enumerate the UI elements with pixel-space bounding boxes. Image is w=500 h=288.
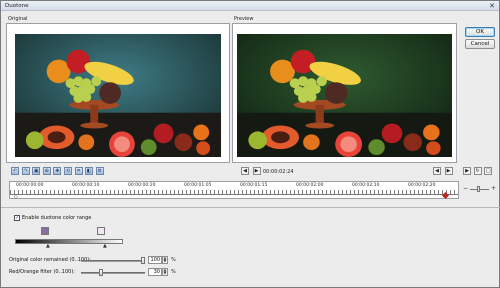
ok-button[interactable]: OK xyxy=(465,27,495,37)
red-orange-unit: % xyxy=(171,269,176,275)
dark-color-swatch[interactable] xyxy=(41,227,49,235)
settings-icon[interactable]: ⚙ xyxy=(95,167,104,175)
prev-keyframe-icon[interactable]: ◀ xyxy=(433,167,441,175)
dark-gradient-handle[interactable]: ▲ xyxy=(46,243,50,249)
pan-icon[interactable]: ✥ xyxy=(53,167,62,175)
transport-controls: ◀ ▶ xyxy=(241,167,263,177)
zoom-icon[interactable]: ⊕ xyxy=(42,167,51,175)
section-divider xyxy=(1,207,500,208)
original-color-track[interactable] xyxy=(81,260,145,262)
red-orange-label: Red/Orange filter (0..100): xyxy=(9,269,75,275)
window-title: Duotone xyxy=(5,3,29,9)
zoom-in-icon[interactable]: + xyxy=(491,185,496,192)
reset-icon[interactable]: ⟲ xyxy=(63,167,72,175)
timeline-baseline xyxy=(10,194,458,195)
original-color-unit: % xyxy=(171,257,176,263)
red-orange-spinner[interactable]: ▲ ▼ xyxy=(162,268,168,276)
transport-end-controls: ◀ ▶ xyxy=(433,167,455,177)
duotone-dialog: Duotone ✕ Original Preview OK Cancel ↶ ↷… xyxy=(0,0,500,288)
enable-duotone-label: Enable duotone color range xyxy=(22,215,92,221)
fullscreen-icon[interactable]: □ xyxy=(484,167,493,175)
zoom-out-icon[interactable]: − xyxy=(463,185,468,192)
original-color-thumb[interactable] xyxy=(141,257,145,264)
start-marker-icon[interactable]: ◇ xyxy=(14,194,18,200)
compare-icon[interactable]: ◧ xyxy=(85,167,94,175)
cancel-button[interactable]: Cancel xyxy=(465,39,495,49)
original-color-spinner[interactable]: ▲ ▼ xyxy=(162,256,168,264)
playhead-marker[interactable] xyxy=(441,191,449,200)
red-orange-track[interactable] xyxy=(81,272,145,274)
light-color-swatch[interactable] xyxy=(97,227,105,235)
timeline-tick: 00:00:00:20 xyxy=(128,183,156,188)
timeline-tick: 00:00:02:20 xyxy=(408,183,436,188)
next-frame-icon[interactable]: ▶ xyxy=(252,167,261,175)
timeline-tick: 00:00:02:10 xyxy=(352,183,380,188)
original-image xyxy=(15,34,221,157)
previous-frame-icon[interactable]: ◀ xyxy=(241,167,249,175)
title-bar: Duotone ✕ xyxy=(1,1,499,11)
undo-icon[interactable]: ↶ xyxy=(11,167,19,175)
timeline-tick: 00:00:00:00 xyxy=(16,183,44,188)
playback-icons: ▶ ↻ □ xyxy=(463,167,493,177)
original-label: Original xyxy=(8,16,28,22)
timeline-tick: 00:00:01:05 xyxy=(184,183,212,188)
timeline-tick: 00:00:02:00 xyxy=(296,183,324,188)
timeline-zoom: − + xyxy=(463,185,497,193)
zoom-thumb[interactable] xyxy=(477,186,480,192)
play-icon[interactable]: ▶ xyxy=(463,167,471,175)
timeline-tick: 00:00:00:10 xyxy=(72,183,100,188)
loop-icon[interactable]: ↻ xyxy=(473,167,482,175)
enable-duotone-checkbox[interactable]: ✓ xyxy=(14,215,20,221)
timeline-tick: 00:00:01:15 xyxy=(240,183,268,188)
close-icon[interactable]: ✕ xyxy=(489,2,495,10)
red-orange-thumb[interactable] xyxy=(99,269,103,276)
light-gradient-handle[interactable]: ▲ xyxy=(103,243,107,249)
current-timecode: 00:00:02:24 xyxy=(263,169,294,175)
original-color-label: Original color remained (0..100): xyxy=(9,257,91,263)
fit-icon[interactable]: ▣ xyxy=(32,167,41,175)
preview-image xyxy=(237,34,452,157)
image-toolbar: ↶ ↷ ▣ ⊕ ✥ ⟲ ⌗ ◧ ⚙ xyxy=(11,167,105,177)
redo-icon[interactable]: ↷ xyxy=(21,167,30,175)
red-orange-input[interactable]: 30 xyxy=(148,268,162,276)
timeline-ruler[interactable]: 00:00:00:00 00:00:00:10 00:00:00:20 00:0… xyxy=(9,181,459,200)
original-panel xyxy=(6,23,230,163)
original-color-input[interactable]: 100 xyxy=(148,256,162,264)
crop-icon[interactable]: ⌗ xyxy=(74,167,83,175)
preview-label: Preview xyxy=(234,16,254,22)
next-keyframe-icon[interactable]: ▶ xyxy=(444,167,453,175)
preview-panel xyxy=(232,23,457,163)
